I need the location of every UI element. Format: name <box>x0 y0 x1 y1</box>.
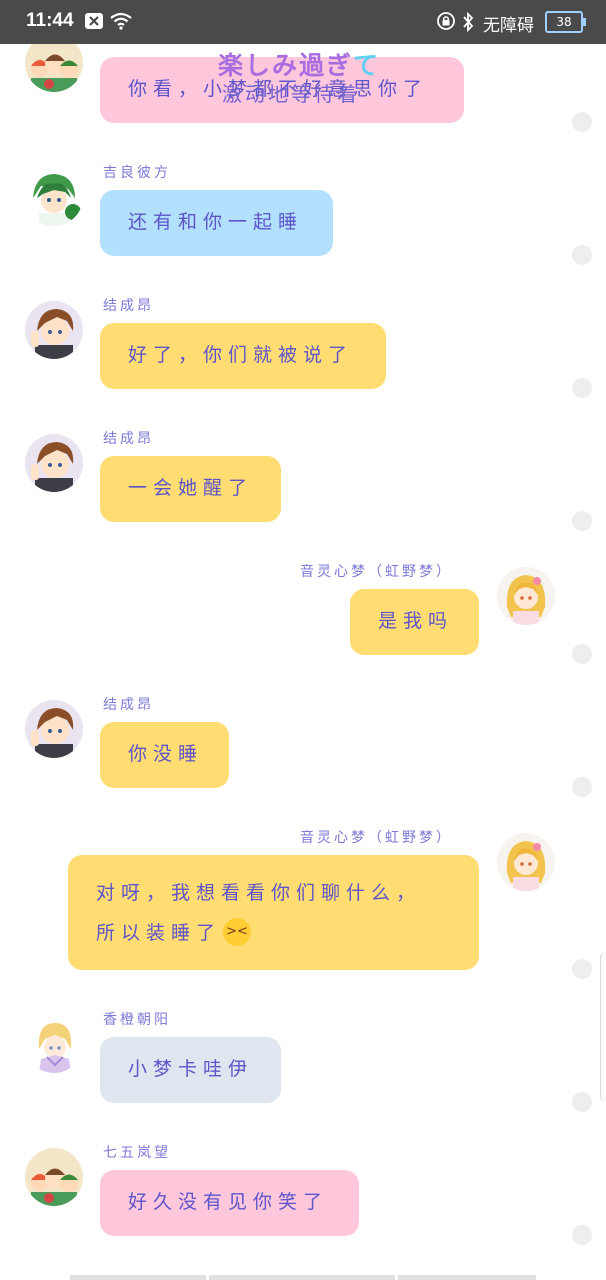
avatar[interactable] <box>497 833 555 891</box>
message-text: 小梦卡哇伊 <box>128 1058 254 1080</box>
accessibility-label: 无障碍 <box>483 16 534 36</box>
sender-name: 结成昂 <box>103 697 154 713</box>
message-text-line: 对呀，我想看看你们聊什么， <box>96 882 422 904</box>
bottom-toolbar-segment <box>70 1275 206 1280</box>
message-bubble[interactable]: 对呀，我想看看你们聊什么， 所以装睡了 >< <box>68 855 479 970</box>
select-dot[interactable] <box>572 1225 592 1245</box>
message-text-line-with-emoji: 所以装睡了 >< <box>96 913 451 953</box>
message-text: 好了，你们就被说了 <box>128 344 354 366</box>
sender-name: 七五岚望 <box>103 1145 171 1161</box>
message-bubble[interactable]: 一会她醒了 <box>100 456 281 522</box>
message-bubble[interactable]: 好久没有见你笑了 <box>100 1170 359 1236</box>
bluetooth-icon <box>461 11 475 37</box>
sender-name: 香橙朝阳 <box>103 1012 171 1028</box>
avatar[interactable] <box>25 301 83 359</box>
message-text: 你没睡 <box>128 743 204 765</box>
avatar[interactable] <box>25 1015 83 1073</box>
avatar[interactable] <box>25 168 83 226</box>
select-dot[interactable] <box>572 959 592 979</box>
sender-name: 音灵心梦（虹野梦） <box>300 830 453 846</box>
select-dot[interactable] <box>572 378 592 398</box>
message-text: 好久没有见你笑了 <box>128 1191 329 1213</box>
battery-icon: 38 <box>545 11 586 33</box>
message-text: 是我吗 <box>378 610 454 632</box>
chat-area[interactable]: 你看，小梦都不好意思你了 楽しみ過ぎて 激动地等待着 吉良彼方 还有和你一起睡 … <box>0 0 606 1280</box>
select-dot[interactable] <box>572 511 592 531</box>
message-text: 所以装睡了 <box>96 922 222 944</box>
sticker-title-main: 楽しみ過ぎ <box>218 51 354 80</box>
avatar[interactable] <box>497 567 555 625</box>
sender-name: 结成昂 <box>103 431 154 447</box>
message-text: 还有和你一起睡 <box>128 211 304 233</box>
select-dot[interactable] <box>572 777 592 797</box>
sender-name: 吉良彼方 <box>103 165 171 181</box>
sticker-title-end: て <box>353 51 381 80</box>
wifi-icon <box>110 12 132 35</box>
status-bar: 11:44 无障碍 38 <box>0 0 606 44</box>
sender-name: 结成昂 <box>103 298 154 314</box>
avatar[interactable] <box>25 434 83 492</box>
status-time: 11:44 <box>26 10 74 31</box>
message-bubble[interactable]: 你没睡 <box>100 722 229 788</box>
message-bubble[interactable]: 还有和你一起睡 <box>100 190 333 256</box>
avatar[interactable] <box>25 1148 83 1206</box>
select-dot[interactable] <box>572 112 592 132</box>
select-dot[interactable] <box>572 245 592 265</box>
sticker-title: 楽しみ過ぎて <box>218 46 380 82</box>
select-dot[interactable] <box>572 1092 592 1112</box>
message-text: 一会她醒了 <box>128 477 254 499</box>
sender-name: 音灵心梦（虹野梦） <box>300 564 453 580</box>
message-bubble[interactable]: 好了，你们就被说了 <box>100 323 386 389</box>
select-dot[interactable] <box>572 644 592 664</box>
bottom-toolbar-segment <box>398 1275 536 1280</box>
message-bubble[interactable]: 是我吗 <box>350 589 479 655</box>
side-drawer-handle[interactable] <box>600 952 606 1102</box>
close-box-icon <box>84 12 104 35</box>
bottom-toolbar-segment <box>209 1275 395 1280</box>
message-bubble[interactable]: 小梦卡哇伊 <box>100 1037 281 1103</box>
lock-icon <box>437 12 455 35</box>
grinning-squinting-face-emoji: >< <box>223 917 252 946</box>
sticker-subtitle: 激动地等待着 <box>222 82 360 106</box>
avatar[interactable] <box>25 700 83 758</box>
